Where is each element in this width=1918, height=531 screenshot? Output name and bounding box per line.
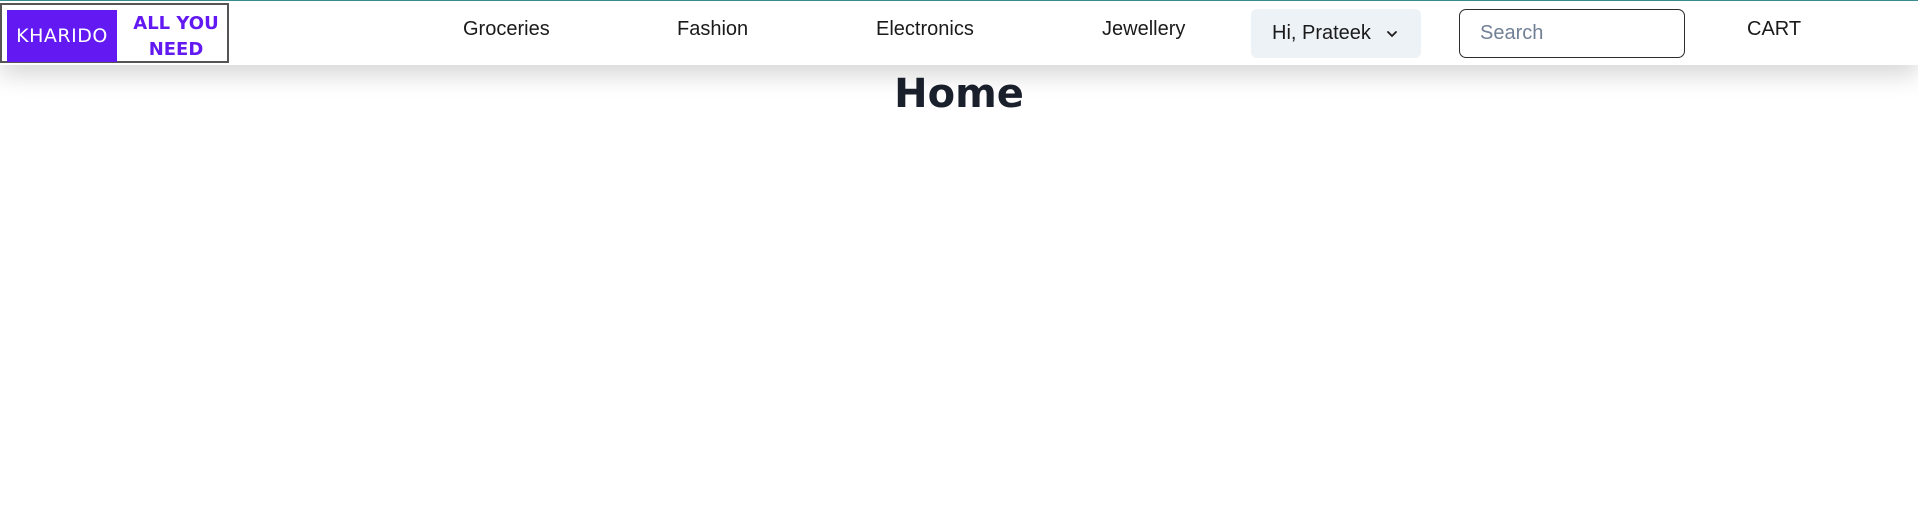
- nav-link-jewellery[interactable]: Jewellery: [1102, 18, 1185, 41]
- logo-tagline: ALL YOU NEED: [122, 11, 230, 63]
- brand-logo[interactable]: KHARIDO ALL YOU NEED: [0, 3, 229, 63]
- navbar: KHARIDO ALL YOU NEED Groceries Fashion E…: [0, 1, 1918, 65]
- logo-text: KHARIDO: [16, 25, 108, 47]
- cart-link[interactable]: CART: [1747, 18, 1801, 41]
- chevron-down-icon: [1385, 27, 1399, 41]
- nav-link-groceries[interactable]: Groceries: [463, 18, 550, 41]
- logo-wordmark: KHARIDO: [7, 10, 117, 62]
- nav-link-fashion[interactable]: Fashion: [677, 18, 748, 41]
- logo-tagline-line2: NEED: [148, 39, 204, 60]
- page-title: Home: [894, 71, 1024, 117]
- user-greeting: Hi, Prateek: [1272, 22, 1371, 44]
- logo-tagline-line1: ALL YOU: [133, 13, 219, 34]
- search-input[interactable]: [1459, 9, 1685, 58]
- user-menu-button[interactable]: Hi, Prateek: [1251, 9, 1421, 58]
- nav-link-electronics[interactable]: Electronics: [876, 18, 974, 41]
